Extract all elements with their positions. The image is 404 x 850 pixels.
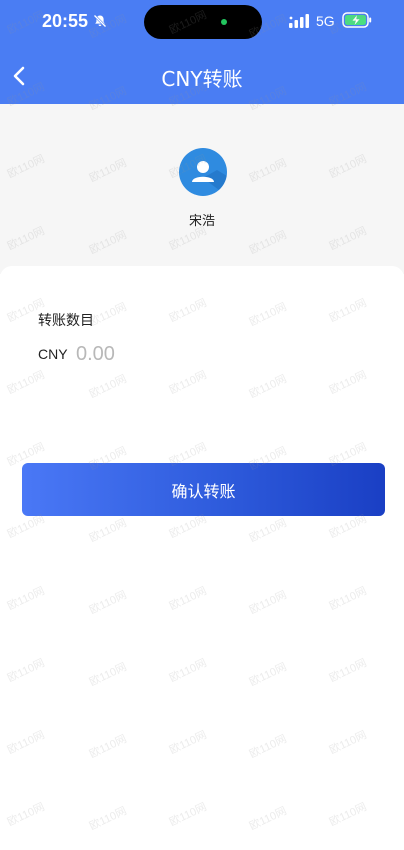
bell-muted-icon (93, 14, 107, 28)
signal-icon (289, 14, 309, 28)
avatar[interactable] (179, 148, 227, 196)
amount-input[interactable] (76, 340, 366, 368)
user-icon (192, 161, 227, 196)
recipient-name: 宋浩 (188, 214, 215, 229)
status-bar: 20:55 5G (0, 0, 404, 44)
camera-dot-icon (221, 19, 227, 25)
header: 20:55 5G CNY转账 (0, 0, 404, 104)
status-time: 20:55 (42, 11, 89, 31)
transfer-form: 转账数目 CNY 确认转账 (0, 266, 404, 850)
amount-label: 转账数目 (38, 313, 94, 329)
recipient-section: 宋浩 (0, 104, 404, 274)
currency-label: CNY (38, 346, 68, 362)
confirm-transfer-button[interactable]: 确认转账 (22, 463, 385, 516)
network-label: 5G (316, 13, 335, 29)
page-title: CNY转账 (161, 67, 243, 91)
battery-charging-icon (342, 12, 372, 28)
dynamic-island (144, 5, 262, 39)
nav-bar: CNY转账 (0, 48, 404, 104)
